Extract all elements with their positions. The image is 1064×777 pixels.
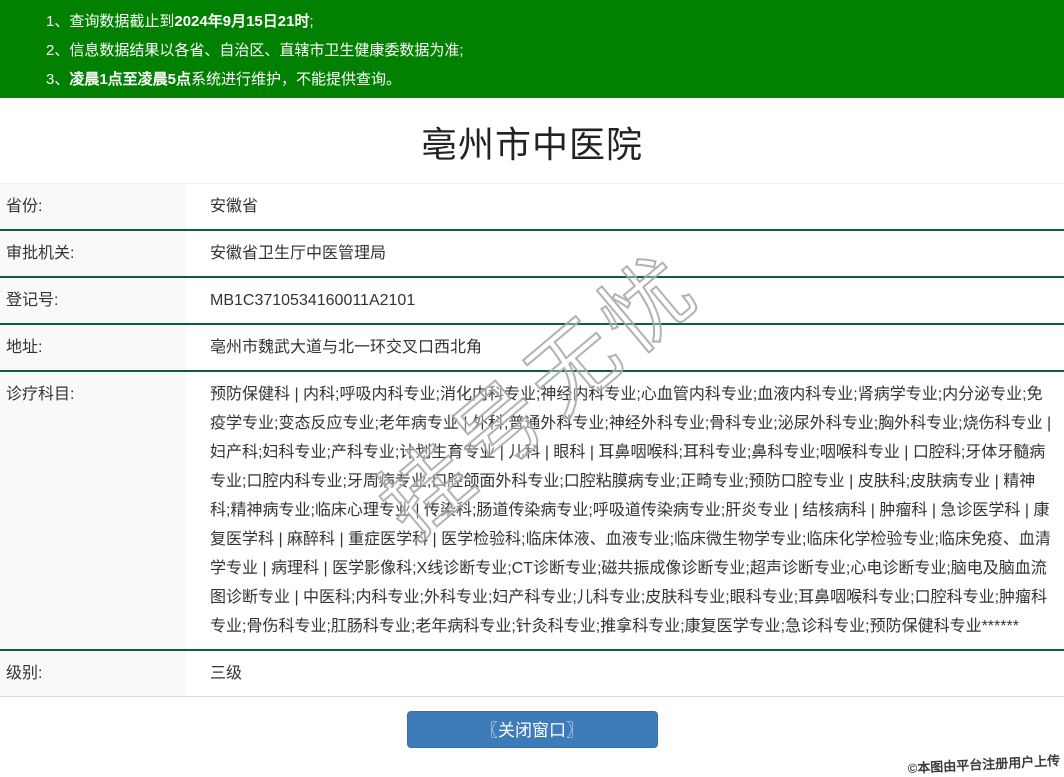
notice-number: 2、 bbox=[46, 42, 70, 59]
notice-number: 1、 bbox=[46, 13, 70, 30]
notice-text: 查询数据截止到 bbox=[69, 13, 175, 30]
notice-bold-text: 2024年9月15日21时 bbox=[174, 13, 310, 30]
upload-attribution-watermark: ©本图由平台注册用户上传 bbox=[907, 753, 1061, 776]
notice-line-1: 1、查询数据截止到2024年9月15日21时; bbox=[46, 7, 1054, 36]
table-row-registration-number: 登记号: MB1C3710534160011A2101 bbox=[0, 278, 1064, 325]
row-value: 亳州市魏武大道与北一环交叉口西北角 bbox=[186, 325, 1064, 370]
row-value: 三级 bbox=[186, 651, 1064, 696]
notice-text: ; bbox=[309, 13, 314, 30]
notice-text: 系统进行维护，不能提供查询。 bbox=[191, 71, 402, 88]
row-value: 安徽省 bbox=[186, 184, 1064, 229]
row-value: MB1C3710534160011A2101 bbox=[186, 278, 1064, 323]
notice-text: 信息数据结果以各省、自治区、直辖市卫生健康委数据为准; bbox=[69, 42, 464, 59]
row-label: 级别: bbox=[0, 651, 186, 696]
table-row-approval-authority: 审批机关: 安徽省卫生厅中医管理局 bbox=[0, 231, 1064, 278]
notice-number: 3、 bbox=[46, 71, 70, 88]
table-row-level: 级别: 三级 bbox=[0, 651, 1064, 697]
notice-bold-text: 凌晨1点至凌晨5点 bbox=[69, 71, 192, 88]
row-value: 预防保健科 | 内科;呼吸内科专业;消化内科专业;神经内科专业;心血管内科专业;… bbox=[186, 372, 1064, 649]
row-label: 省份: bbox=[0, 184, 186, 229]
row-label: 登记号: bbox=[0, 278, 186, 323]
row-value: 安徽省卫生厅中医管理局 bbox=[186, 231, 1064, 276]
hospital-info-table: 省份: 安徽省 审批机关: 安徽省卫生厅中医管理局 登记号: MB1C37105… bbox=[0, 183, 1064, 697]
row-label: 审批机关: bbox=[0, 231, 186, 276]
page-title: 亳州市中医院 bbox=[420, 124, 643, 165]
row-label: 地址: bbox=[0, 325, 186, 370]
table-row-address: 地址: 亳州市魏武大道与北一环交叉口西北角 bbox=[0, 325, 1064, 372]
notice-line-3: 3、凌晨1点至凌晨5点系统进行维护，不能提供查询。 bbox=[46, 65, 1054, 94]
table-row-medical-departments: 诊疗科目: 预防保健科 | 内科;呼吸内科专业;消化内科专业;神经内科专业;心血… bbox=[0, 372, 1064, 651]
row-label: 诊疗科目: bbox=[0, 372, 186, 649]
button-bar: 〖关闭窗口〗 bbox=[0, 711, 1064, 748]
close-window-button[interactable]: 〖关闭窗口〗 bbox=[406, 711, 658, 748]
table-row-province: 省份: 安徽省 bbox=[0, 184, 1064, 231]
notice-line-2: 2、信息数据结果以各省、自治区、直辖市卫生健康委数据为准; bbox=[46, 36, 1054, 65]
notice-banner: 1、查询数据截止到2024年9月15日21时; 2、信息数据结果以各省、自治区、… bbox=[0, 0, 1064, 98]
